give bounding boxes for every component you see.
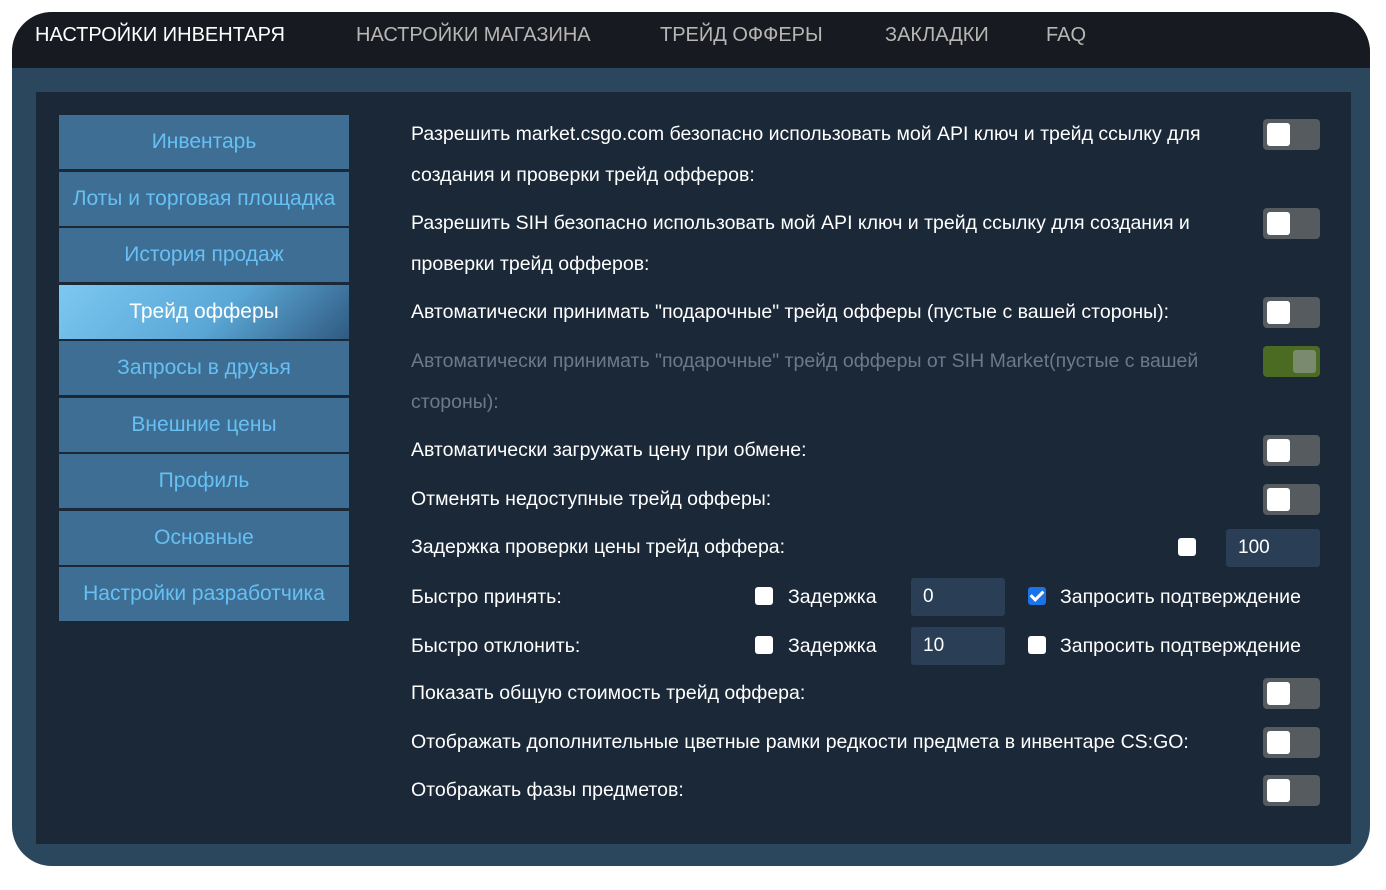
toggle-knob <box>1267 439 1290 462</box>
price-check-delay-checkbox[interactable] <box>1178 538 1196 556</box>
setting-show-total-value-label: Показать общую стоимость трейд оффера: <box>411 682 806 704</box>
top-navigation: НАСТРОЙКИ ИНВЕНТАРЯ НАСТРОЙКИ МАГАЗИНА Т… <box>12 12 1370 68</box>
setting-price-check-delay-label: Задержка проверки цены трейд оффера: <box>411 536 786 558</box>
toggle-knob <box>1267 731 1290 754</box>
quick-decline-label: Быстро отклонить: <box>411 635 581 657</box>
toggle-knob <box>1267 301 1290 324</box>
quick-accept-confirm-checkbox[interactable] <box>1028 587 1046 605</box>
setting-item-phases-label: Отображать фазы предметов: <box>411 779 684 801</box>
quick-decline-delay-input[interactable]: 10 <box>911 627 1005 665</box>
setting-rarity-borders-label: Отображать дополнительные цветные рамки … <box>411 731 1189 753</box>
quick-accept-delay-input[interactable]: 0 <box>911 578 1005 616</box>
quick-accept-delay-label: Задержка <box>788 586 877 608</box>
quick-accept-confirm-label: Запросить подтверждение <box>1060 586 1301 608</box>
setting-auto-accept-sih-label: Автоматически принимать "подарочные" тре… <box>411 350 1199 413</box>
show-total-value-toggle[interactable] <box>1263 678 1320 709</box>
rarity-borders-toggle[interactable] <box>1263 727 1320 758</box>
item-phases-toggle[interactable] <box>1263 775 1320 806</box>
setting-allow-market-label: Разрешить market.csgo.com безопасно испо… <box>411 123 1201 186</box>
settings-window: НАСТРОЙКИ ИНВЕНТАРЯ НАСТРОЙКИ МАГАЗИНА Т… <box>12 12 1370 866</box>
toggle-knob <box>1267 488 1290 511</box>
auto-accept-gifts-toggle[interactable] <box>1263 297 1320 328</box>
sidebar-item-external-prices[interactable]: Внешние цены <box>59 397 349 452</box>
sidebar-item-general[interactable]: Основные <box>59 510 349 565</box>
tab-bookmarks[interactable]: ЗАКЛАДКИ <box>885 12 989 68</box>
quick-accept-label: Быстро принять: <box>411 586 562 608</box>
quick-decline-confirm-label: Запросить подтверждение <box>1060 635 1301 657</box>
tab-faq[interactable]: FAQ <box>1046 12 1086 68</box>
quick-decline-delay-checkbox[interactable] <box>755 636 773 654</box>
setting-auto-load-price-label: Автоматически загружать цену при обмене: <box>411 439 807 461</box>
quick-decline-confirm-checkbox[interactable] <box>1028 636 1046 654</box>
sidebar-item-profile[interactable]: Профиль <box>59 454 349 508</box>
price-check-delay-input[interactable]: 100 <box>1226 529 1320 567</box>
setting-cancel-unavailable-label: Отменять недоступные трейд офферы: <box>411 488 772 510</box>
quick-decline-delay-label: Задержка <box>788 635 877 657</box>
toggle-knob <box>1267 779 1290 802</box>
toggle-knob <box>1267 123 1290 146</box>
sidebar-item-developer-settings[interactable]: Настройки разработчика <box>59 567 349 621</box>
sidebar-item-lots-marketplace[interactable]: Лоты и торговая площадка <box>59 171 349 226</box>
cancel-unavailable-toggle[interactable] <box>1263 484 1320 515</box>
auto-accept-sih-toggle <box>1263 346 1320 377</box>
tab-shop-settings[interactable]: НАСТРОЙКИ МАГАЗИНА <box>356 12 591 68</box>
sidebar-item-trade-offers[interactable]: Трейд офферы <box>59 284 349 339</box>
sidebar-item-friend-requests[interactable]: Запросы в друзья <box>59 341 349 395</box>
allow-sih-toggle[interactable] <box>1263 208 1320 239</box>
settings-panel: Инвентарь Лоты и торговая площадка Истор… <box>36 92 1351 844</box>
toggle-knob <box>1293 350 1316 373</box>
tab-trade-offers[interactable]: ТРЕЙД ОФФЕРЫ <box>660 12 823 68</box>
quick-accept-delay-checkbox[interactable] <box>755 587 773 605</box>
toggle-knob <box>1267 212 1290 235</box>
auto-load-price-toggle[interactable] <box>1263 435 1320 466</box>
sidebar-item-inventory[interactable]: Инвентарь <box>59 115 349 169</box>
sidebar-item-sales-history[interactable]: История продаж <box>59 228 349 282</box>
sidebar: Инвентарь Лоты и торговая площадка Истор… <box>59 115 349 624</box>
allow-market-toggle[interactable] <box>1263 119 1320 150</box>
setting-allow-sih-label: Разрешить SIH безопасно использовать мой… <box>411 212 1190 275</box>
toggle-knob <box>1267 682 1290 705</box>
setting-auto-accept-gifts-label: Автоматически принимать "подарочные" тре… <box>411 301 1170 323</box>
tab-inventory-settings[interactable]: НАСТРОЙКИ ИНВЕНТАРЯ <box>35 12 285 68</box>
